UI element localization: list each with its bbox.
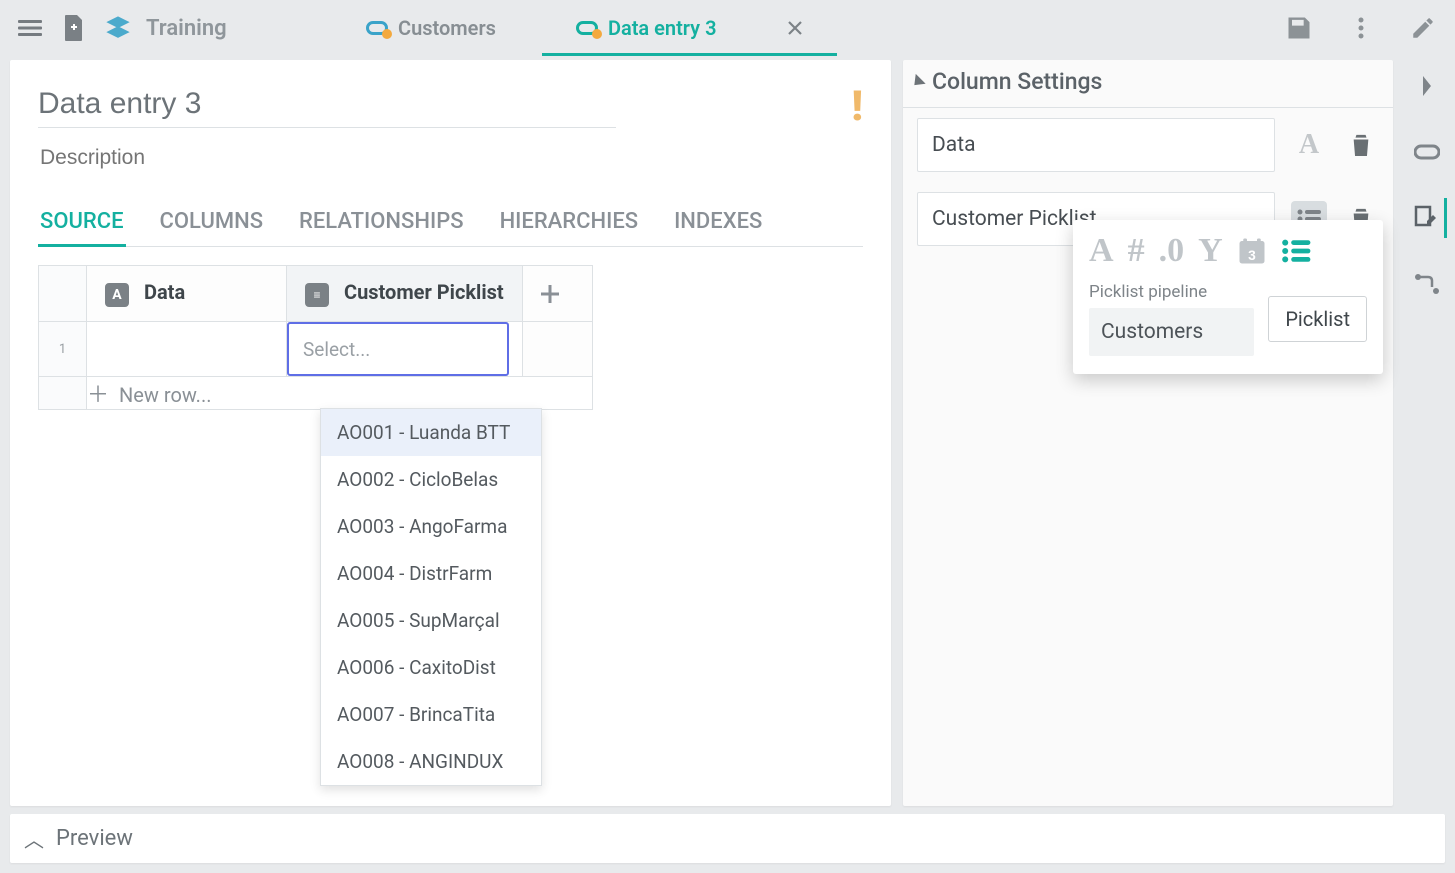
picklist-dropdown[interactable]: AO001 - Luanda BTT AO002 - CicloBelas AO… xyxy=(320,408,542,786)
data-entry-icon xyxy=(576,21,598,35)
page-title-input[interactable] xyxy=(38,85,616,128)
delete-column-button[interactable] xyxy=(1343,127,1379,163)
table-row: 1 Select... xyxy=(39,322,593,377)
pipeline-icon xyxy=(1414,143,1440,161)
rail-expand-button[interactable] xyxy=(1407,66,1447,106)
select-input[interactable]: Select... xyxy=(287,322,509,376)
dropdown-option[interactable]: AO008 - ANGINDUX xyxy=(321,738,541,785)
add-column-button[interactable] xyxy=(522,266,592,322)
rownum-cell: 1 xyxy=(39,322,87,377)
type-integer-option[interactable]: # xyxy=(1128,232,1145,270)
collapse-icon xyxy=(909,73,925,89)
close-tab-button[interactable] xyxy=(787,20,803,36)
save-button[interactable] xyxy=(1277,6,1321,50)
text-type-icon: A xyxy=(105,283,129,307)
data-grid: A Data ≡ Customer Picklist xyxy=(38,265,593,410)
column-header-label: Data xyxy=(144,280,185,304)
new-file-button[interactable] xyxy=(52,6,96,50)
picklist-cell[interactable]: Select... xyxy=(287,322,523,377)
menu-button[interactable] xyxy=(8,6,52,50)
kebab-icon xyxy=(1357,16,1365,40)
preview-toggle[interactable]: ︿ Preview xyxy=(10,814,1445,863)
save-icon xyxy=(1285,14,1313,42)
main-area: ! SOURCE COLUMNS RELATIONSHIPS HIERARCHI… xyxy=(0,56,1455,814)
column-header-data[interactable]: A Data xyxy=(87,266,287,322)
empty-extra-cell xyxy=(522,322,592,377)
tab-customers[interactable]: Customers xyxy=(326,0,536,56)
tab-data-entry-3[interactable]: Data entry 3 xyxy=(536,0,843,56)
hamburger-icon xyxy=(18,16,42,40)
type-boolean-option[interactable]: Y xyxy=(1198,232,1223,270)
tab-label: Customers xyxy=(398,16,496,40)
type-picklist-option[interactable] xyxy=(1281,239,1311,263)
subtab-source[interactable]: SOURCE xyxy=(38,207,126,246)
close-icon xyxy=(787,20,803,36)
column-header-label: Customer Picklist xyxy=(344,280,504,304)
tab-label: Data entry 3 xyxy=(608,16,717,40)
description-input[interactable] xyxy=(38,145,616,171)
rail-pipeline-button[interactable] xyxy=(1407,132,1447,172)
tab-strip: Customers Data entry 3 xyxy=(326,0,1277,56)
right-rail xyxy=(1399,56,1455,814)
list-icon xyxy=(1281,239,1311,263)
rownum-header xyxy=(39,266,87,322)
picklist-type-icon: ≡ xyxy=(305,283,329,307)
trash-icon xyxy=(1350,132,1372,158)
picklist-chip[interactable]: Picklist xyxy=(1268,296,1367,342)
new-row-button[interactable]: ＋New row... xyxy=(39,377,593,410)
column-name-input[interactable]: Data xyxy=(917,118,1275,172)
rail-columns-button[interactable] xyxy=(1407,198,1447,238)
subtab-strip: SOURCE COLUMNS RELATIONSHIPS HIERARCHIES… xyxy=(38,207,863,247)
editor-panel: ! SOURCE COLUMNS RELATIONSHIPS HIERARCHI… xyxy=(10,60,891,806)
settings-header[interactable]: Column Settings xyxy=(903,60,1393,108)
settings-column-row: Data A xyxy=(903,108,1393,182)
column-type-popover: A # .0 Y 3 Picklist pipeline Customers P… xyxy=(1073,220,1383,374)
subtab-relationships[interactable]: RELATIONSHIPS xyxy=(297,207,466,246)
dropdown-option[interactable]: AO005 - SupMarçal xyxy=(321,597,541,644)
file-plus-icon xyxy=(62,14,86,42)
dropdown-option[interactable]: AO007 - BrincaTita xyxy=(321,691,541,738)
pencil-icon xyxy=(1410,15,1436,41)
subtab-hierarchies[interactable]: HIERARCHIES xyxy=(498,207,641,246)
subtab-indexes[interactable]: INDEXES xyxy=(672,207,764,246)
data-cell[interactable] xyxy=(87,322,287,377)
pipeline-icon xyxy=(366,21,388,35)
settings-title: Column Settings xyxy=(932,68,1102,95)
dropdown-option[interactable]: AO004 - DistrFarm xyxy=(321,550,541,597)
type-decimal-option[interactable]: .0 xyxy=(1159,232,1185,270)
dropdown-option[interactable]: AO003 - AngoFarma xyxy=(321,503,541,550)
plus-icon xyxy=(541,285,559,303)
flow-icon xyxy=(1414,273,1440,295)
dropdown-option[interactable]: AO001 - Luanda BTT xyxy=(321,409,541,456)
topbar-actions xyxy=(1277,6,1445,50)
type-text-option[interactable]: A xyxy=(1089,232,1114,270)
dropdown-option[interactable]: AO006 - CaxitoDist xyxy=(321,644,541,691)
dropdown-option[interactable]: AO002 - CicloBelas xyxy=(321,456,541,503)
rail-relationships-button[interactable] xyxy=(1407,264,1447,304)
layers-icon xyxy=(104,14,132,42)
edit-button[interactable] xyxy=(1401,6,1445,50)
type-date-option[interactable]: 3 xyxy=(1237,236,1267,266)
preview-label: Preview xyxy=(56,826,133,851)
breadcrumb: Training xyxy=(146,16,266,41)
warning-icon: ! xyxy=(851,82,863,131)
calendar-icon: 3 xyxy=(1237,236,1267,266)
chevron-up-icon: ︿ xyxy=(24,824,44,853)
columns-edit-icon xyxy=(1414,205,1438,231)
column-header-customer-picklist[interactable]: ≡ Customer Picklist xyxy=(287,266,523,322)
type-selector: A # .0 Y 3 xyxy=(1089,232,1367,270)
layers-button[interactable] xyxy=(96,6,140,50)
chevron-right-icon xyxy=(1419,74,1435,98)
top-bar: Training Customers Data entry 3 xyxy=(0,0,1455,56)
picklist-pipeline-select[interactable]: Customers xyxy=(1089,308,1254,356)
subtab-columns[interactable]: COLUMNS xyxy=(158,207,266,246)
type-text-button[interactable]: A xyxy=(1291,127,1327,163)
svg-text:3: 3 xyxy=(1248,248,1256,263)
column-settings-panel: Column Settings Data A Customer Picklist… xyxy=(903,60,1393,806)
more-button[interactable] xyxy=(1339,6,1383,50)
picklist-pipeline-label: Picklist pipeline xyxy=(1089,282,1254,302)
